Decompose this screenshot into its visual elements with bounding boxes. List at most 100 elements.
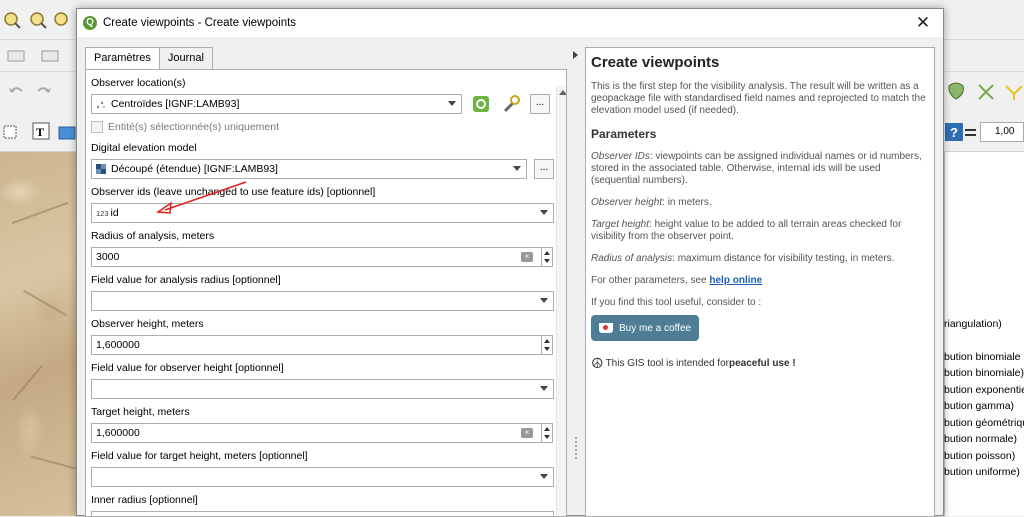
peace-notice: ☮ This GIS tool is intended for peaceful… (591, 355, 928, 372)
wrench-icon (503, 95, 520, 113)
map-terrain-feature (11, 201, 69, 225)
image-annotation-icon[interactable] (58, 124, 78, 144)
help-online-link[interactable]: help online (709, 275, 762, 286)
parameters-pane: Paramètres Journal Observer location(s) … (85, 47, 567, 517)
radius-value: 3000 (96, 251, 120, 263)
target-height-field-combo[interactable] (91, 467, 554, 487)
zoom-full-icon[interactable] (52, 10, 72, 30)
label-tool-icon[interactable] (6, 46, 26, 66)
point-layer-icon (96, 101, 106, 109)
chevron-down-icon (540, 210, 548, 215)
scroll-up-icon[interactable] (559, 90, 566, 95)
algorithm-item[interactable]: bution normale) (944, 431, 1024, 448)
zoom-in-icon[interactable] (2, 10, 22, 30)
delete-part-icon[interactable] (976, 82, 996, 102)
qgis-logo-icon: Q (83, 16, 97, 30)
zoom-value-field[interactable]: 1,00 (980, 122, 1024, 142)
help-question-icon[interactable]: ? (944, 122, 964, 142)
splitter-handle[interactable] (575, 437, 577, 461)
label-style-icon[interactable] (40, 46, 60, 66)
chevron-down-icon (513, 166, 521, 171)
close-button[interactable]: ✕ (903, 9, 943, 37)
parameters-form: Observer location(s) Centroïdes [IGNF:LA… (91, 76, 554, 516)
target-height-field-label: Field value for target height, meters [o… (91, 450, 308, 462)
observer-location-label: Observer location(s) (91, 77, 186, 89)
algorithm-item[interactable]: bution binomiale) (944, 365, 1024, 382)
digitize-shape-icon[interactable] (946, 80, 966, 100)
inner-radius-combo[interactable] (91, 511, 554, 516)
selected-only-row[interactable]: Entité(s) sélectionnée(s) uniquement (91, 120, 554, 134)
inner-radius-label: Inner radius [optionnel] (91, 494, 198, 506)
peace-icon: ☮ (591, 355, 604, 371)
peace-text: This GIS tool is intended for (605, 358, 729, 369)
coffee-button-label: Buy me a coffee (619, 322, 692, 334)
dem-combo[interactable]: Découpé (étendue) [IGNF:LAMB93] (91, 159, 527, 179)
clear-icon[interactable]: × (521, 428, 533, 438)
advanced-settings-button[interactable] (500, 93, 522, 115)
algorithm-item[interactable]: bution exponentie (944, 382, 1024, 399)
zoom-out-icon[interactable] (28, 10, 48, 30)
help-item-observer-height: Observer height: in meters. (591, 197, 712, 208)
observer-ids-field-combo[interactable]: 123 id (91, 203, 554, 223)
map-terrain-feature (12, 365, 43, 401)
radius-field-combo[interactable] (91, 291, 554, 311)
algorithm-item[interactable]: bution binomiale n (944, 349, 1024, 366)
observer-location-combo[interactable]: Centroïdes [IGNF:LAMB93] (91, 94, 462, 114)
parameters-tab-body: Observer location(s) Centroïdes [IGNF:LA… (85, 69, 567, 517)
buy-me-a-coffee-button[interactable]: Buy me a coffee (591, 315, 700, 341)
help-item-radius: Radius of analysis: maximum distance for… (591, 253, 895, 264)
iterate-button[interactable] (470, 93, 492, 115)
clear-icon[interactable]: × (521, 252, 533, 262)
selected-only-label: Entité(s) sélectionnée(s) uniquement (108, 121, 280, 133)
observer-height-field-combo[interactable] (91, 379, 554, 399)
tab-journal[interactable]: Journal (158, 47, 213, 69)
chevron-down-icon (448, 101, 456, 106)
algorithm-item[interactable]: bution uniforme) (944, 464, 1024, 481)
pane-splitter[interactable] (571, 47, 581, 517)
create-viewpoints-dialog: Q Create viewpoints - Create viewpoints … (76, 8, 944, 517)
redo-icon[interactable] (34, 82, 54, 102)
radius-input[interactable]: 3000 × (91, 247, 553, 267)
help-title: Create viewpoints (591, 54, 720, 71)
algorithm-item[interactable]: bution géométriqu (944, 415, 1024, 432)
parameters-scrollbar[interactable] (556, 86, 566, 516)
algorithm-item[interactable]: bution gamma) (944, 398, 1024, 415)
dem-value: Découpé (étendue) [IGNF:LAMB93] (111, 163, 278, 175)
observer-location-browse-button[interactable]: ... (530, 94, 550, 114)
observer-height-label: Observer height, meters (91, 318, 204, 330)
chevron-down-icon (540, 474, 548, 479)
numeric-field-icon: 123 (96, 208, 109, 218)
map-terrain-feature (30, 455, 80, 471)
target-height-label: Target height, meters (91, 406, 190, 418)
map-canvas[interactable] (0, 152, 80, 516)
collapse-help-icon[interactable] (573, 51, 578, 59)
target-height-spinner[interactable] (541, 423, 553, 443)
help-other-params: For other parameters, see help online (591, 275, 763, 286)
tab-parametres[interactable]: Paramètres (85, 47, 160, 69)
undo-icon[interactable] (6, 82, 26, 102)
algorithm-item[interactable]: riangulation) (944, 316, 1024, 333)
chevron-down-icon (540, 386, 548, 391)
radius-field-label: Field value for analysis radius [optionn… (91, 274, 281, 286)
radius-spinner[interactable] (541, 247, 553, 267)
observer-height-spinner[interactable] (541, 335, 553, 355)
text-annotation-icon[interactable]: T (32, 122, 52, 142)
help-item-target-height: Target height: height value to be added … (591, 219, 902, 242)
split-features-icon[interactable] (1004, 82, 1024, 102)
line-width-icon[interactable] (962, 124, 982, 144)
dem-browse-button[interactable]: ... (534, 159, 554, 179)
dialog-titlebar[interactable]: Q Create viewpoints - Create viewpoints … (77, 9, 943, 37)
dialog-tabs: Paramètres Journal (85, 47, 567, 69)
observer-height-input[interactable]: 1,600000 (91, 335, 553, 355)
selected-only-checkbox[interactable] (91, 121, 103, 133)
radius-label: Radius of analysis, meters (91, 230, 215, 242)
dialog-title: Create viewpoints - Create viewpoints (103, 17, 297, 29)
algorithm-item[interactable]: bution poisson) (944, 448, 1024, 465)
algorithm-list: riangulation) bution binomiale n bution … (944, 316, 1024, 481)
peace-bold-text: peaceful use ! (728, 358, 796, 369)
raster-layer-icon (96, 164, 106, 174)
target-height-input[interactable]: 1,600000 × (91, 423, 553, 443)
select-features-icon[interactable] (2, 122, 22, 142)
observer-ids-value: id (110, 207, 119, 219)
observer-ids-label: Observer ids (leave unchanged to use fea… (91, 186, 376, 198)
